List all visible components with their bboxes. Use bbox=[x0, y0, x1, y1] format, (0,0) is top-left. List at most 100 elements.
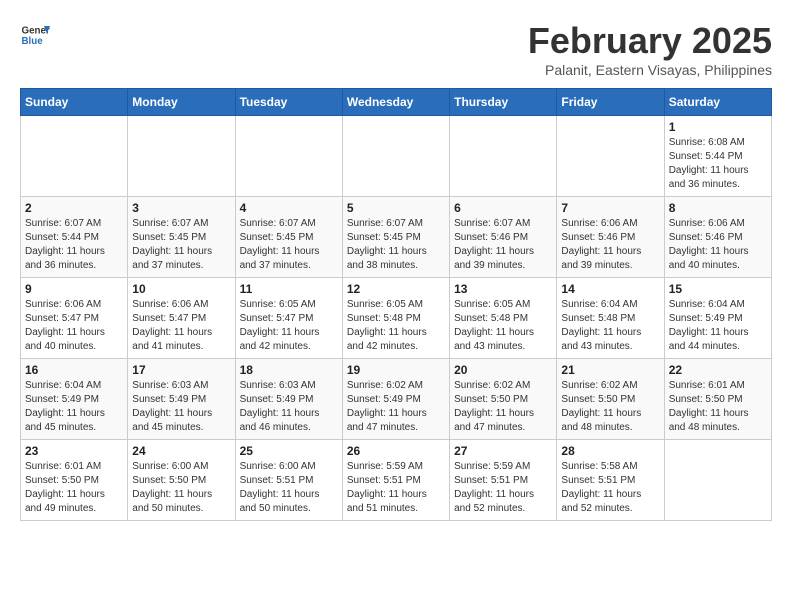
day-info: Sunrise: 6:06 AM Sunset: 5:46 PM Dayligh… bbox=[669, 217, 767, 273]
weekday-header: Sunday bbox=[21, 89, 128, 116]
calendar-cell: 28 Sunrise: 5:58 AM Sunset: 5:51 PM Dayli… bbox=[557, 440, 664, 521]
calendar-cell bbox=[664, 440, 771, 521]
day-number: 13 bbox=[454, 282, 552, 296]
day-number: 14 bbox=[561, 282, 659, 296]
calendar-cell: 4 Sunrise: 6:07 AM Sunset: 5:45 PM Daylig… bbox=[235, 197, 342, 278]
logo: General Blue bbox=[20, 20, 50, 50]
calendar-week-row: 1Sunrise: 6:08 AM Sunset: 5:44 PM Daylig… bbox=[21, 116, 772, 197]
calendar-cell bbox=[128, 116, 235, 197]
day-info: Sunrise: 6:02 AM Sunset: 5:50 PM Dayligh… bbox=[561, 379, 659, 435]
calendar-cell: 20 Sunrise: 6:02 AM Sunset: 5:50 PM Dayli… bbox=[450, 359, 557, 440]
day-info: Sunrise: 6:04 AM Sunset: 5:48 PM Dayligh… bbox=[561, 298, 659, 354]
day-info: Sunrise: 6:08 AM Sunset: 5:44 PM Dayligh… bbox=[669, 136, 767, 192]
calendar-cell: 14 Sunrise: 6:04 AM Sunset: 5:48 PM Dayli… bbox=[557, 278, 664, 359]
day-info: Sunrise: 6:02 AM Sunset: 5:50 PM Dayligh… bbox=[454, 379, 552, 435]
day-number: 28 bbox=[561, 444, 659, 458]
day-info: Sunrise: 5:59 AM Sunset: 5:51 PM Dayligh… bbox=[454, 460, 552, 516]
weekday-header: Wednesday bbox=[342, 89, 449, 116]
calendar-cell: 27 Sunrise: 5:59 AM Sunset: 5:51 PM Dayli… bbox=[450, 440, 557, 521]
day-info: Sunrise: 6:00 AM Sunset: 5:51 PM Dayligh… bbox=[240, 460, 338, 516]
day-number: 26 bbox=[347, 444, 445, 458]
calendar-title: February 2025 bbox=[528, 20, 772, 62]
calendar-table: SundayMondayTuesdayWednesdayThursdayFrid… bbox=[20, 88, 772, 521]
day-number: 22 bbox=[669, 363, 767, 377]
weekday-header: Monday bbox=[128, 89, 235, 116]
day-info: Sunrise: 6:04 AM Sunset: 5:49 PM Dayligh… bbox=[669, 298, 767, 354]
calendar-cell bbox=[450, 116, 557, 197]
day-number: 3 bbox=[132, 201, 230, 215]
day-number: 19 bbox=[347, 363, 445, 377]
calendar-cell: 8Sunrise: 6:06 AM Sunset: 5:46 PM Daylig… bbox=[664, 197, 771, 278]
day-number: 17 bbox=[132, 363, 230, 377]
day-number: 4 bbox=[240, 201, 338, 215]
day-number: 20 bbox=[454, 363, 552, 377]
day-number: 9 bbox=[25, 282, 123, 296]
day-number: 2 bbox=[25, 201, 123, 215]
calendar-cell: 7 Sunrise: 6:06 AM Sunset: 5:46 PM Daylig… bbox=[557, 197, 664, 278]
calendar-cell: 21 Sunrise: 6:02 AM Sunset: 5:50 PM Dayli… bbox=[557, 359, 664, 440]
day-info: Sunrise: 5:59 AM Sunset: 5:51 PM Dayligh… bbox=[347, 460, 445, 516]
weekday-header-row: SundayMondayTuesdayWednesdayThursdayFrid… bbox=[21, 89, 772, 116]
calendar-cell: 25 Sunrise: 6:00 AM Sunset: 5:51 PM Dayli… bbox=[235, 440, 342, 521]
day-info: Sunrise: 6:00 AM Sunset: 5:50 PM Dayligh… bbox=[132, 460, 230, 516]
day-number: 15 bbox=[669, 282, 767, 296]
day-info: Sunrise: 5:58 AM Sunset: 5:51 PM Dayligh… bbox=[561, 460, 659, 516]
day-info: Sunrise: 6:06 AM Sunset: 5:46 PM Dayligh… bbox=[561, 217, 659, 273]
day-number: 25 bbox=[240, 444, 338, 458]
day-number: 24 bbox=[132, 444, 230, 458]
calendar-cell bbox=[235, 116, 342, 197]
calendar-cell: 1Sunrise: 6:08 AM Sunset: 5:44 PM Daylig… bbox=[664, 116, 771, 197]
calendar-cell: 19 Sunrise: 6:02 AM Sunset: 5:49 PM Dayli… bbox=[342, 359, 449, 440]
calendar-cell: 24 Sunrise: 6:00 AM Sunset: 5:50 PM Dayli… bbox=[128, 440, 235, 521]
calendar-cell: 15 Sunrise: 6:04 AM Sunset: 5:49 PM Dayli… bbox=[664, 278, 771, 359]
calendar-cell: 26 Sunrise: 5:59 AM Sunset: 5:51 PM Dayli… bbox=[342, 440, 449, 521]
calendar-cell: 11Sunrise: 6:05 AM Sunset: 5:47 PM Dayli… bbox=[235, 278, 342, 359]
day-info: Sunrise: 6:06 AM Sunset: 5:47 PM Dayligh… bbox=[25, 298, 123, 354]
weekday-header: Thursday bbox=[450, 89, 557, 116]
day-info: Sunrise: 6:05 AM Sunset: 5:47 PM Dayligh… bbox=[240, 298, 338, 354]
day-info: Sunrise: 6:07 AM Sunset: 5:46 PM Dayligh… bbox=[454, 217, 552, 273]
title-area: February 2025 Palanit, Eastern Visayas, … bbox=[528, 20, 772, 78]
calendar-cell bbox=[21, 116, 128, 197]
calendar-week-row: 16Sunrise: 6:04 AM Sunset: 5:49 PM Dayli… bbox=[21, 359, 772, 440]
header: General Blue February 2025 Palanit, East… bbox=[20, 20, 772, 78]
day-info: Sunrise: 6:03 AM Sunset: 5:49 PM Dayligh… bbox=[132, 379, 230, 435]
day-info: Sunrise: 6:07 AM Sunset: 5:45 PM Dayligh… bbox=[132, 217, 230, 273]
calendar-cell: 10 Sunrise: 6:06 AM Sunset: 5:47 PM Dayli… bbox=[128, 278, 235, 359]
day-number: 18 bbox=[240, 363, 338, 377]
day-info: Sunrise: 6:07 AM Sunset: 5:45 PM Dayligh… bbox=[240, 217, 338, 273]
calendar-cell: 5Sunrise: 6:07 AM Sunset: 5:45 PM Daylig… bbox=[342, 197, 449, 278]
day-number: 21 bbox=[561, 363, 659, 377]
day-number: 10 bbox=[132, 282, 230, 296]
weekday-header: Friday bbox=[557, 89, 664, 116]
calendar-cell: 9 Sunrise: 6:06 AM Sunset: 5:47 PM Daylig… bbox=[21, 278, 128, 359]
svg-text:Blue: Blue bbox=[22, 36, 44, 47]
day-number: 27 bbox=[454, 444, 552, 458]
calendar-cell: 23Sunrise: 6:01 AM Sunset: 5:50 PM Dayli… bbox=[21, 440, 128, 521]
day-info: Sunrise: 6:01 AM Sunset: 5:50 PM Dayligh… bbox=[669, 379, 767, 435]
weekday-header: Tuesday bbox=[235, 89, 342, 116]
calendar-week-row: 9 Sunrise: 6:06 AM Sunset: 5:47 PM Daylig… bbox=[21, 278, 772, 359]
day-number: 7 bbox=[561, 201, 659, 215]
calendar-subtitle: Palanit, Eastern Visayas, Philippines bbox=[528, 62, 772, 78]
calendar-week-row: 2 Sunrise: 6:07 AM Sunset: 5:44 PM Daylig… bbox=[21, 197, 772, 278]
day-info: Sunrise: 6:07 AM Sunset: 5:45 PM Dayligh… bbox=[347, 217, 445, 273]
day-number: 16 bbox=[25, 363, 123, 377]
day-info: Sunrise: 6:07 AM Sunset: 5:44 PM Dayligh… bbox=[25, 217, 123, 273]
day-info: Sunrise: 6:02 AM Sunset: 5:49 PM Dayligh… bbox=[347, 379, 445, 435]
weekday-header: Saturday bbox=[664, 89, 771, 116]
calendar-cell: 18 Sunrise: 6:03 AM Sunset: 5:49 PM Dayli… bbox=[235, 359, 342, 440]
day-number: 12 bbox=[347, 282, 445, 296]
calendar-cell bbox=[557, 116, 664, 197]
calendar-cell: 16Sunrise: 6:04 AM Sunset: 5:49 PM Dayli… bbox=[21, 359, 128, 440]
day-info: Sunrise: 6:06 AM Sunset: 5:47 PM Dayligh… bbox=[132, 298, 230, 354]
day-info: Sunrise: 6:03 AM Sunset: 5:49 PM Dayligh… bbox=[240, 379, 338, 435]
calendar-cell: 2 Sunrise: 6:07 AM Sunset: 5:44 PM Daylig… bbox=[21, 197, 128, 278]
calendar-cell: 17 Sunrise: 6:03 AM Sunset: 5:49 PM Dayli… bbox=[128, 359, 235, 440]
logo-icon: General Blue bbox=[20, 20, 50, 50]
day-info: Sunrise: 6:05 AM Sunset: 5:48 PM Dayligh… bbox=[454, 298, 552, 354]
calendar-cell: 6 Sunrise: 6:07 AM Sunset: 5:46 PM Daylig… bbox=[450, 197, 557, 278]
day-number: 6 bbox=[454, 201, 552, 215]
day-info: Sunrise: 6:05 AM Sunset: 5:48 PM Dayligh… bbox=[347, 298, 445, 354]
calendar-week-row: 23Sunrise: 6:01 AM Sunset: 5:50 PM Dayli… bbox=[21, 440, 772, 521]
